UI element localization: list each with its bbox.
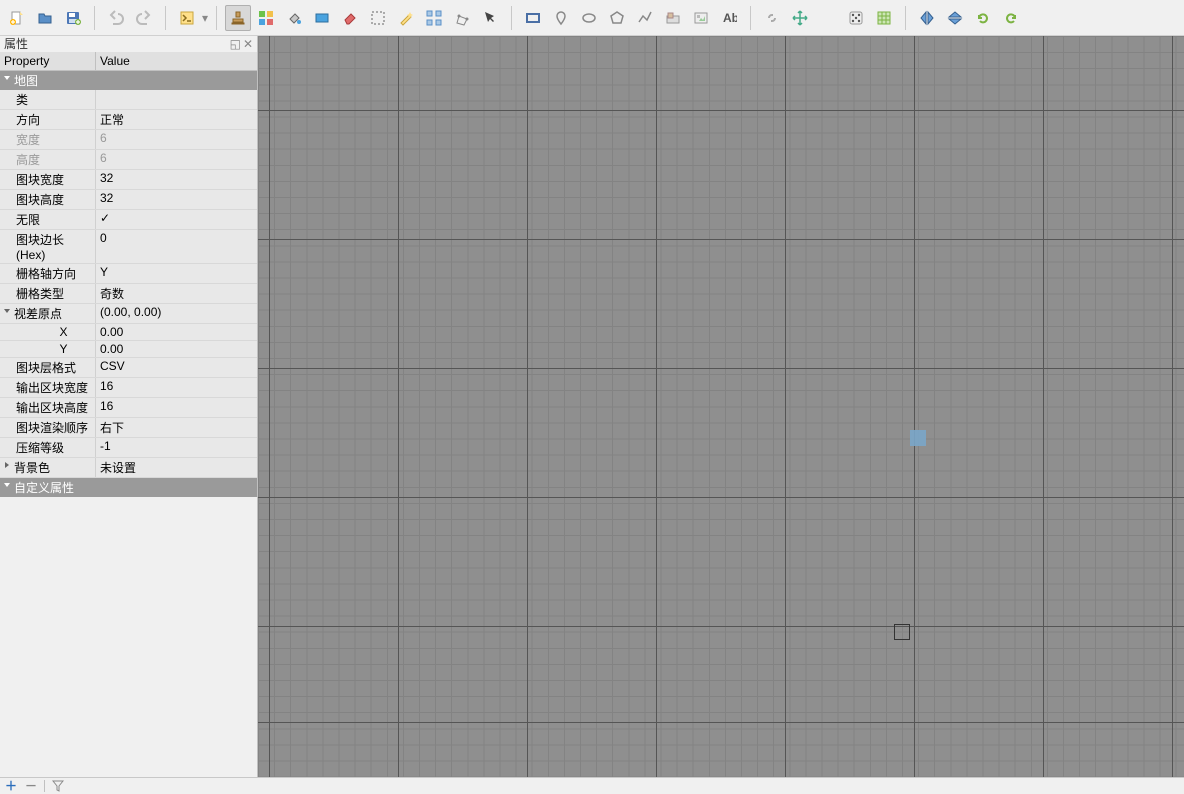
move-button[interactable] [787,5,813,31]
filter-button[interactable] [51,779,65,793]
eraser-tool-button[interactable] [337,5,363,31]
open-file-button[interactable] [32,5,58,31]
insert-tile-button[interactable] [660,5,686,31]
group-custom[interactable]: 自定义属性 [0,478,257,497]
rotate-cw-button[interactable] [998,5,1024,31]
panel-title-bar: 属性 ◱ ✕ [0,36,257,52]
remove-property-button[interactable]: － [24,779,38,793]
rect-select-button[interactable] [365,5,391,31]
add-property-button[interactable]: ＋ [4,779,18,793]
random-button[interactable] [843,5,869,31]
property-row[interactable]: 输出区块宽度16 [0,378,257,398]
insert-polygon-button[interactable] [604,5,630,31]
insert-template-button[interactable] [688,5,714,31]
property-row[interactable]: 栅格轴方向Y [0,264,257,284]
panel-close-icon[interactable]: ✕ [243,36,253,52]
property-row[interactable]: 图块边长 (Hex)0 [0,230,257,264]
property-row[interactable]: 宽度6 [0,130,257,150]
pointer-tool-button[interactable] [477,5,503,31]
bucket-tool-button[interactable] [281,5,307,31]
panel-title: 属性 [4,36,28,52]
property-row[interactable]: 图块高度32 [0,190,257,210]
property-row[interactable]: Y0.00 [0,341,257,358]
tileset-button[interactable] [871,5,897,31]
property-header: Property Value [0,52,257,71]
command-button[interactable] [174,5,200,31]
property-row[interactable]: 视差原点(0.00, 0.00) [0,304,257,324]
insert-point-button[interactable] [548,5,574,31]
property-row[interactable]: 输出区块高度16 [0,398,257,418]
property-body: 地图 类方向正常宽度6高度6图块宽度32图块高度32无限✓图块边长 (Hex)0… [0,71,257,497]
property-row[interactable]: 高度6 [0,150,257,170]
insert-polyline-button[interactable] [632,5,658,31]
redo-button[interactable] [131,5,157,31]
property-row[interactable]: 背景色未设置 [0,458,257,478]
property-row[interactable]: 无限✓ [0,210,257,230]
property-col-header: Property [0,52,96,70]
flip-v-button[interactable] [942,5,968,31]
property-row[interactable]: X0.00 [0,324,257,341]
property-row[interactable]: 图块层格式CSV [0,358,257,378]
shape-fill-button[interactable] [309,5,335,31]
terrain-tool-button[interactable] [253,5,279,31]
property-row[interactable]: 栅格类型奇数 [0,284,257,304]
edit-poly-button[interactable] [449,5,475,31]
panel-float-icon[interactable]: ◱ [230,36,241,52]
selected-tile [910,430,926,446]
save-file-button[interactable] [60,5,86,31]
property-row[interactable]: 压缩等级-1 [0,438,257,458]
insert-ellipse-button[interactable] [576,5,602,31]
stamp-tool-button[interactable] [225,5,251,31]
property-row[interactable]: 方向正常 [0,110,257,130]
property-row[interactable]: 类 [0,90,257,110]
property-row[interactable]: 图块渲染顺序右下 [0,418,257,438]
main-toolbar: ▾ Abc [0,0,1184,36]
map-canvas[interactable] [258,36,1184,777]
flip-h-button[interactable] [914,5,940,31]
undo-button[interactable] [103,5,129,31]
group-map[interactable]: 地图 [0,71,257,90]
cursor-outline [894,624,910,640]
magic-wand-button[interactable] [393,5,419,31]
select-same-button[interactable] [421,5,447,31]
property-row[interactable]: 图块宽度32 [0,170,257,190]
svg-text:Abc: Abc [723,11,737,25]
properties-panel: 属性 ◱ ✕ Property Value 地图 类方向正常宽度6高度6图块宽度… [0,36,258,777]
new-file-button[interactable] [4,5,30,31]
statusbar: ＋ － [0,777,1184,793]
rotate-ccw-button[interactable] [970,5,996,31]
value-col-header: Value [96,52,257,70]
insert-rectangle-button[interactable] [520,5,546,31]
link-button[interactable] [759,5,785,31]
insert-text-button[interactable]: Abc [716,5,742,31]
